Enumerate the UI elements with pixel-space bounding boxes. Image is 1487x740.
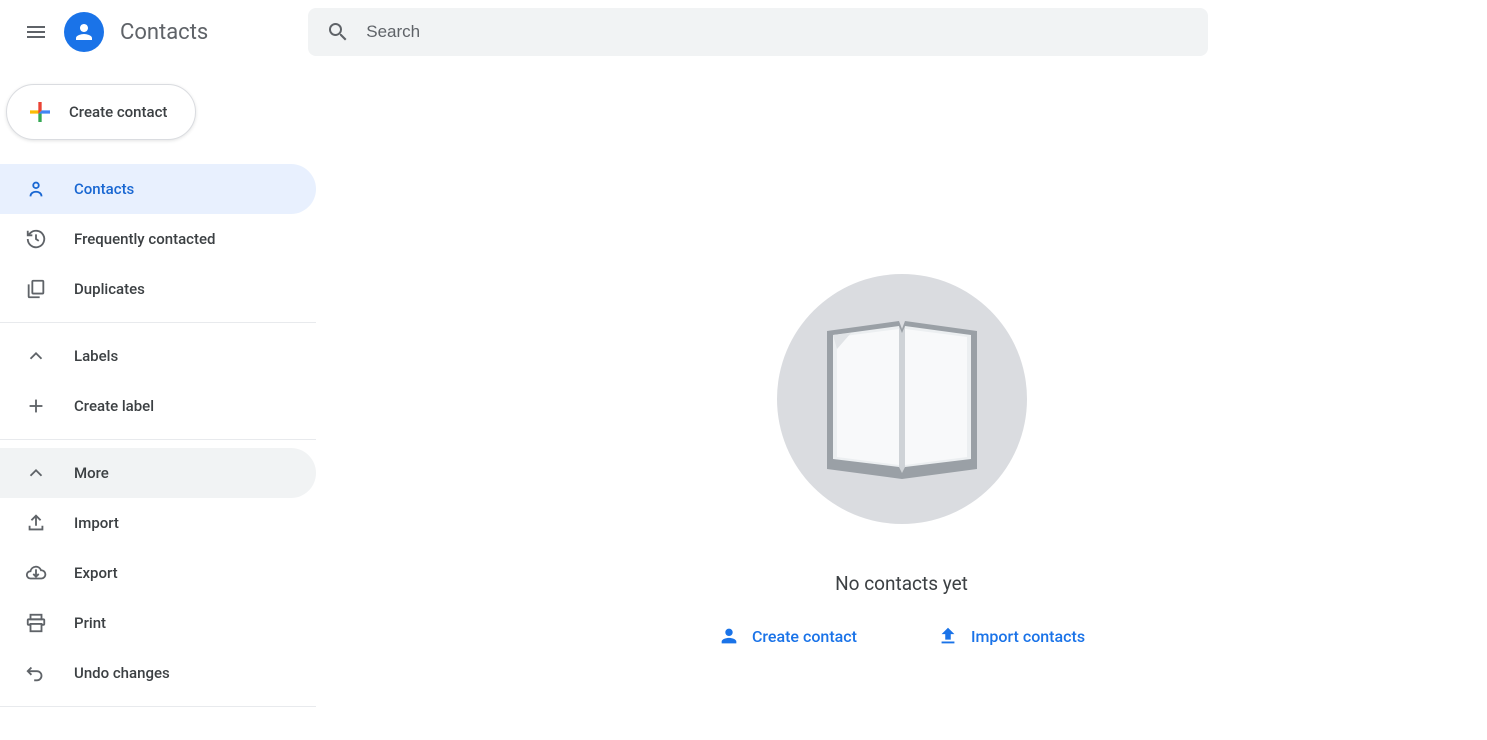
hamburger-icon: [24, 20, 48, 44]
app-title: Contacts: [120, 20, 208, 45]
sidebar-item-frequently[interactable]: Frequently contacted: [0, 214, 316, 264]
sidebar-item-print[interactable]: Print: [0, 598, 316, 648]
book-icon: [807, 309, 997, 489]
sidebar-label: Duplicates: [74, 280, 145, 298]
create-contact-button[interactable]: Create contact: [6, 84, 196, 140]
sidebar-item-undo[interactable]: Undo changes: [0, 648, 316, 698]
divider: [0, 706, 316, 707]
cloud-download-icon: [24, 561, 48, 585]
sidebar-label: Import: [74, 514, 119, 532]
app-logo: Contacts: [64, 12, 208, 52]
chevron-up-icon: [24, 344, 48, 368]
upload-icon: [24, 511, 48, 535]
sidebar-item-duplicates[interactable]: Duplicates: [0, 264, 316, 314]
contacts-logo-icon: [64, 12, 104, 52]
sidebar-label: Undo changes: [74, 664, 170, 682]
search-button[interactable]: [318, 12, 358, 52]
create-contact-label: Create contact: [69, 103, 167, 121]
person-icon: [24, 177, 48, 201]
sidebar-label: Frequently contacted: [74, 230, 215, 248]
search-icon: [326, 20, 350, 44]
search-bar[interactable]: [308, 8, 1208, 56]
empty-state-illustration: [777, 274, 1027, 524]
sidebar-item-more[interactable]: More: [0, 448, 316, 498]
sidebar-item-create-label[interactable]: Create label: [0, 381, 316, 431]
print-icon: [24, 611, 48, 635]
main-menu-button[interactable]: [12, 8, 60, 56]
sidebar-label: Print: [74, 614, 106, 632]
sidebar-label: Labels: [74, 347, 118, 365]
sidebar-label: Create label: [74, 397, 154, 415]
divider: [0, 439, 316, 440]
empty-state-text: No contacts yet: [835, 572, 968, 595]
empty-state-actions: Create contact Import contacts: [718, 625, 1085, 647]
sidebar-item-import[interactable]: Import: [0, 498, 316, 548]
divider: [0, 322, 316, 323]
search-input[interactable]: [358, 22, 1198, 42]
sidebar-item-contacts[interactable]: Contacts: [0, 164, 316, 214]
link-label: Create contact: [752, 627, 857, 646]
upload-icon: [937, 625, 959, 647]
main-content: No contacts yet Create contact Import co…: [316, 64, 1487, 740]
plus-icon: [24, 394, 48, 418]
empty-state: No contacts yet Create contact Import co…: [718, 274, 1085, 647]
sidebar-label: Export: [74, 564, 118, 582]
sidebar-item-labels[interactable]: Labels: [0, 331, 316, 381]
import-contacts-link[interactable]: Import contacts: [937, 625, 1085, 647]
person-icon: [718, 625, 740, 647]
sidebar-label: Contacts: [74, 180, 134, 198]
sidebar: Create contact Contacts Frequently conta…: [0, 64, 316, 740]
undo-icon: [24, 661, 48, 685]
history-icon: [24, 227, 48, 251]
sidebar-label: More: [74, 464, 109, 482]
link-label: Import contacts: [971, 627, 1085, 646]
sidebar-item-export[interactable]: Export: [0, 548, 316, 598]
copy-icon: [24, 277, 48, 301]
header: Contacts: [0, 0, 1487, 64]
create-contact-link[interactable]: Create contact: [718, 625, 857, 647]
chevron-up-icon: [24, 461, 48, 485]
plus-multicolor-icon: [25, 97, 55, 127]
